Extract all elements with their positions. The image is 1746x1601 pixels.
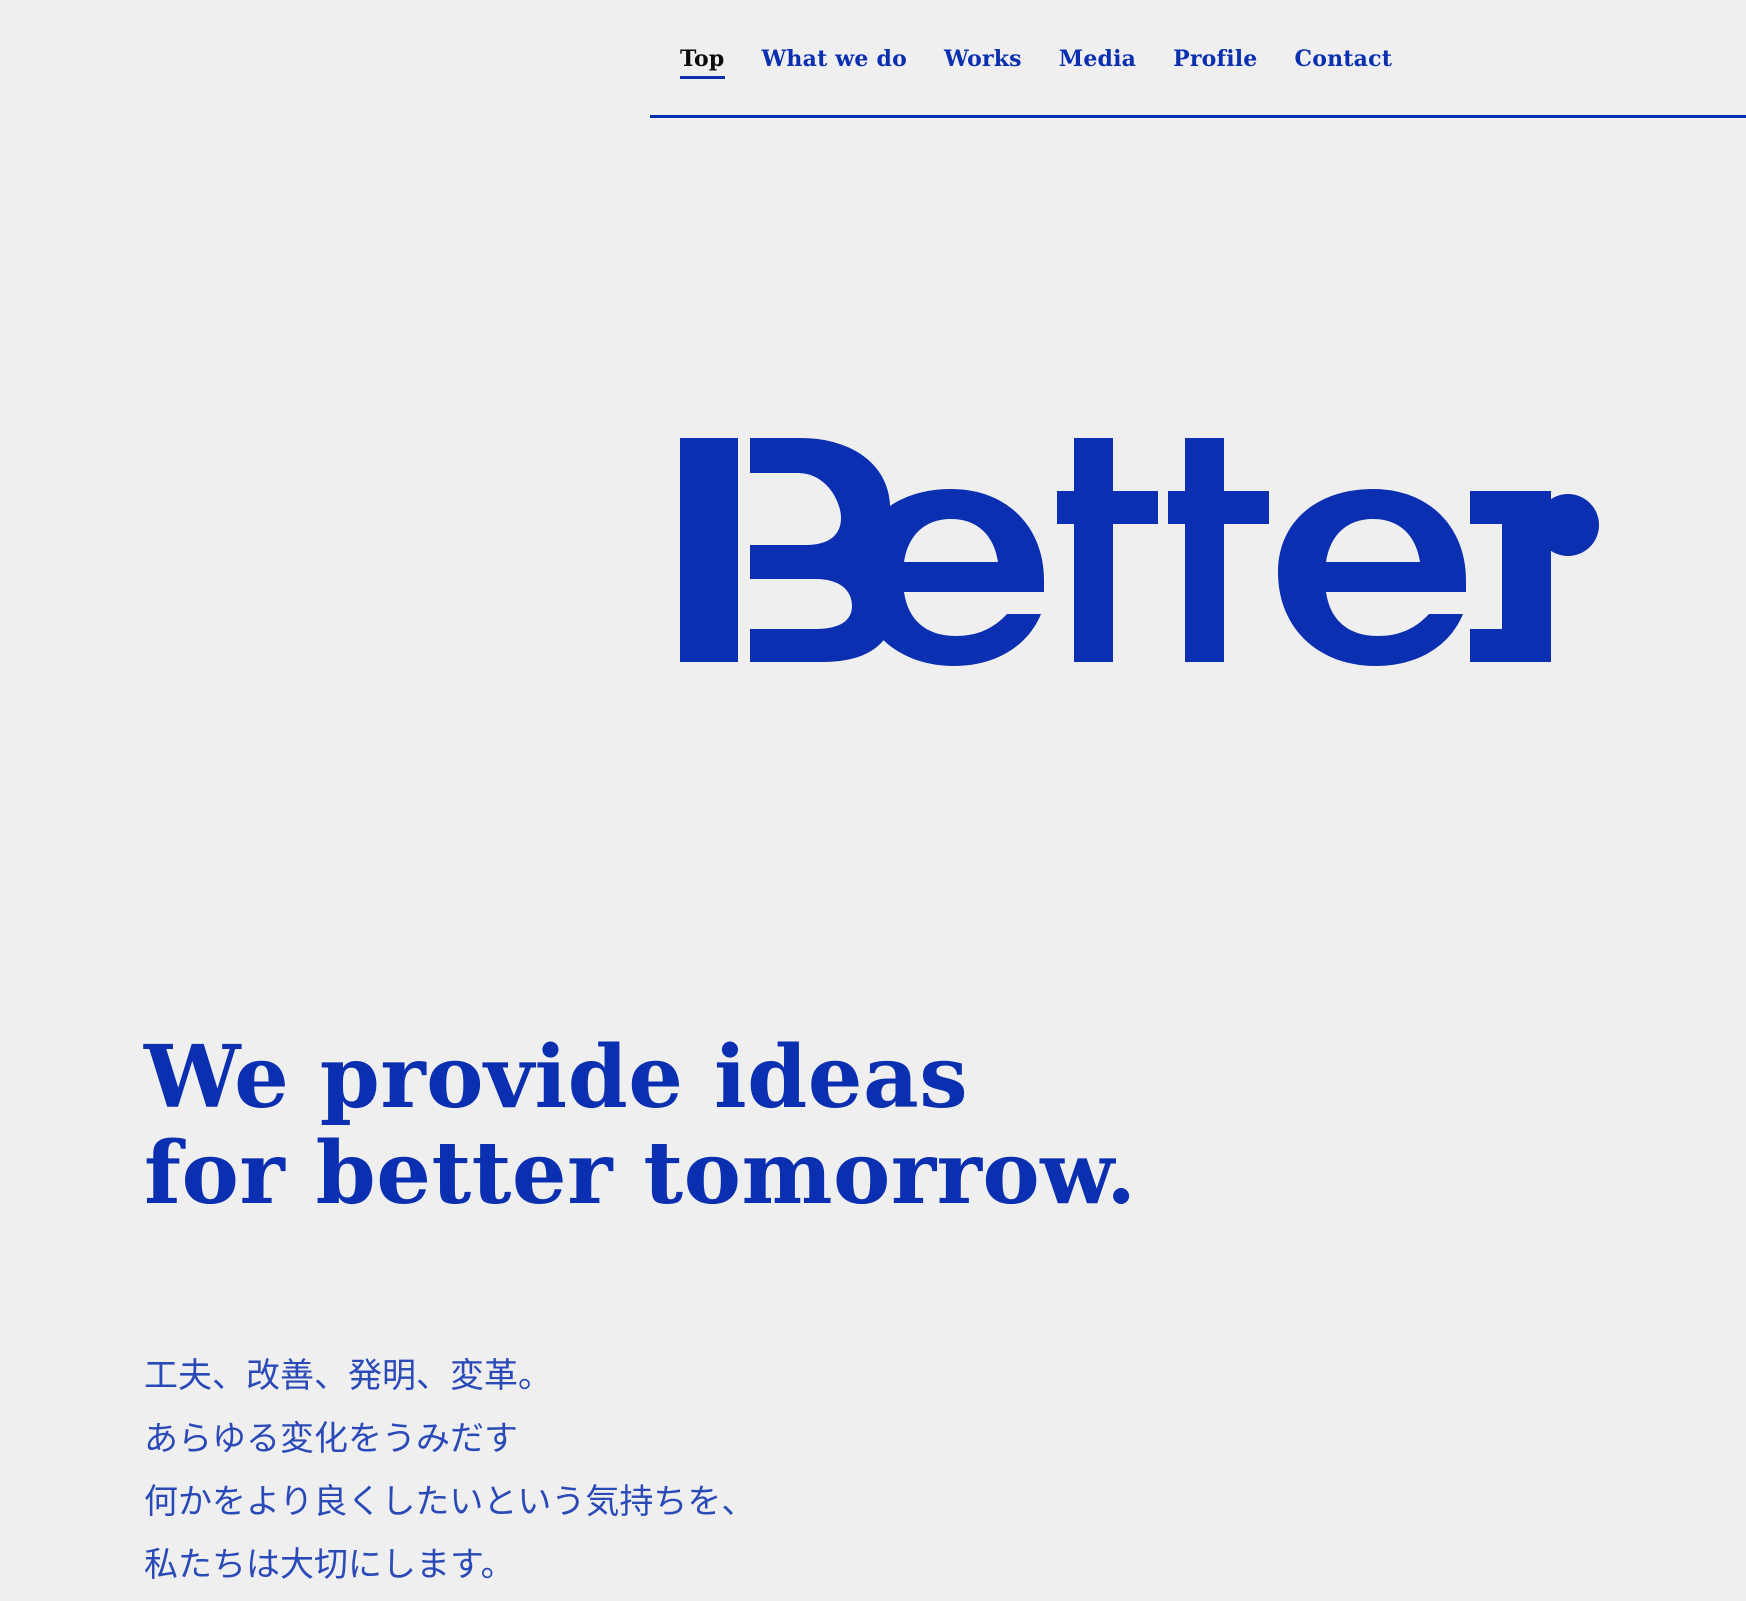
nav-link-media[interactable]: Media	[1059, 44, 1136, 74]
logo-letter-t-1	[1057, 438, 1158, 662]
nav-link-profile[interactable]: Profile	[1173, 44, 1257, 74]
nav-link-what-we-do[interactable]: What we do	[762, 44, 907, 74]
nav-link-contact[interactable]: Contact	[1295, 44, 1393, 74]
nav-link-top[interactable]: Top	[680, 44, 725, 79]
nav-link-works[interactable]: Works	[944, 44, 1022, 74]
logo-letter-e-2	[1278, 489, 1466, 666]
better-logo	[680, 438, 1599, 666]
message-line-2: あらゆる変化をうみだす	[144, 1419, 518, 1459]
top-navigation: Top What we do Works Media Profile Conta…	[650, 0, 1746, 118]
japanese-message: 工夫、改善、発明、変革。 あらゆる変化をうみだす 何かをより良くしたいという気持…	[144, 1345, 904, 1597]
main-nav: Top What we do Works Media Profile Conta…	[680, 44, 1393, 79]
logo-letter-r	[1470, 491, 1599, 662]
hero-tagline-line-1: We provide ideas	[144, 1027, 969, 1128]
message-line-3: 何かをより良くしたいという気持ちを、	[144, 1482, 756, 1522]
message-line-4: 私たちは大切にします。	[144, 1545, 515, 1585]
hero-tagline-line-2: for better tomorrow.	[144, 1123, 1137, 1224]
message-line-1: 工夫、改善、発明、変革。	[144, 1356, 552, 1396]
logo-letter-e	[856, 489, 1044, 666]
logo-letter-t-2	[1168, 438, 1269, 662]
hero-tagline: We provide ideas for better tomorrow.	[144, 1030, 1144, 1222]
